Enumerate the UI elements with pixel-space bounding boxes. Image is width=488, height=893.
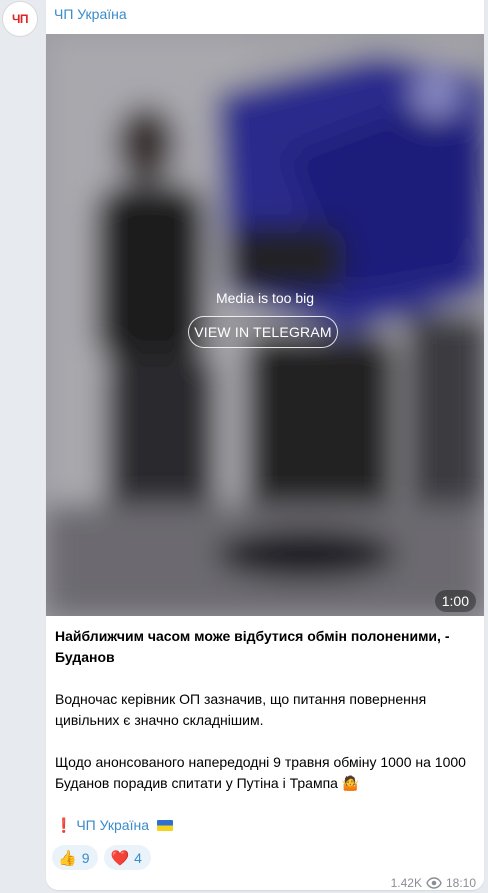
exclamation-icon: ❗: [55, 817, 73, 833]
media-too-big-note: Media is too big: [215, 290, 315, 306]
reaction-heart[interactable]: ❤️ 4: [104, 845, 151, 870]
video-preview[interactable]: Media is too big VIEW IN TELEGRAM 1:00: [46, 34, 484, 616]
reaction-count: 9: [81, 849, 90, 866]
ukraine-flag-icon: [156, 820, 173, 831]
eye-icon: [426, 877, 442, 889]
message-meta: 1.42K 18:10: [391, 876, 476, 890]
message-time: 18:10: [445, 876, 476, 890]
signature-link[interactable]: ЧП Україна: [76, 817, 149, 833]
video-duration-badge: 1:00: [434, 590, 476, 612]
channel-name[interactable]: ЧП Україна: [54, 6, 127, 22]
channel-avatar-text: ЧП: [11, 12, 29, 26]
post-title: Найближчим часом може відбутися обмін по…: [55, 628, 450, 665]
reactions-bar: 👍 9 ❤️ 4: [52, 845, 151, 870]
view-in-telegram-button[interactable]: VIEW IN TELEGRAM: [188, 316, 338, 348]
heart-icon: ❤️: [110, 849, 130, 867]
channel-avatar[interactable]: ЧП: [2, 1, 38, 37]
post-signature-line: ❗ ЧП Україна: [55, 815, 479, 836]
reaction-thumbs-up[interactable]: 👍 9: [52, 845, 99, 870]
view-count: 1.42K: [390, 876, 422, 890]
thumbs-up-icon: 👍: [58, 849, 77, 867]
reaction-count: 4: [134, 849, 142, 866]
message-bubble: ЧП Україна Media is too big VIEW IN TELE…: [46, 0, 484, 890]
post-paragraph-2: Щодо анонсованого напередодні 9 травня о…: [55, 754, 466, 791]
post-paragraph-1: Водночас керівник ОП зазначив, що питанн…: [55, 691, 427, 728]
post-text: Найближчим часом може відбутися обмін по…: [55, 626, 479, 836]
